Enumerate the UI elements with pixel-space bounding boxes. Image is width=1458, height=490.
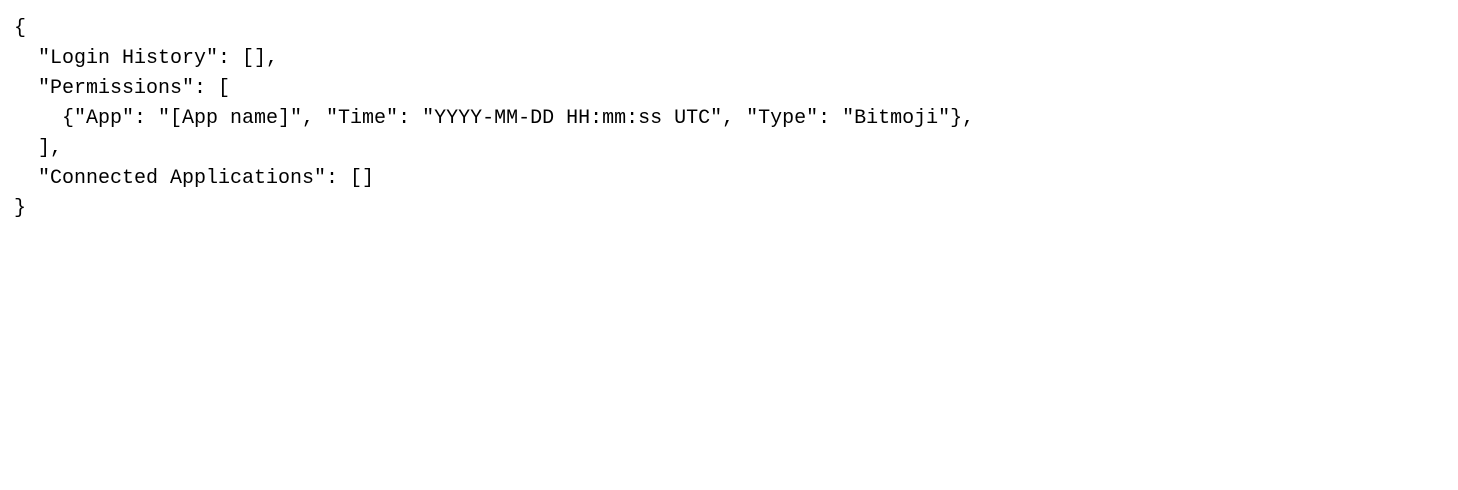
json-open-brace: { [14,17,27,40]
json-line-connected-applications: "Connected Applications": [] [14,167,375,190]
json-viewer-page: { "Login History": [], "Permissions": [ … [0,0,1458,490]
json-close-brace: } [14,197,27,220]
json-line-login-history: "Login History": [], [14,47,279,70]
json-line-permissions-close: ], [14,137,63,160]
json-document: { "Login History": [], "Permissions": [ … [14,14,1458,224]
json-line-permission-entry: {"App": "[App name]", "Time": "YYYY-MM-D… [14,107,975,130]
json-line-permissions-open: "Permissions": [ [14,77,231,100]
